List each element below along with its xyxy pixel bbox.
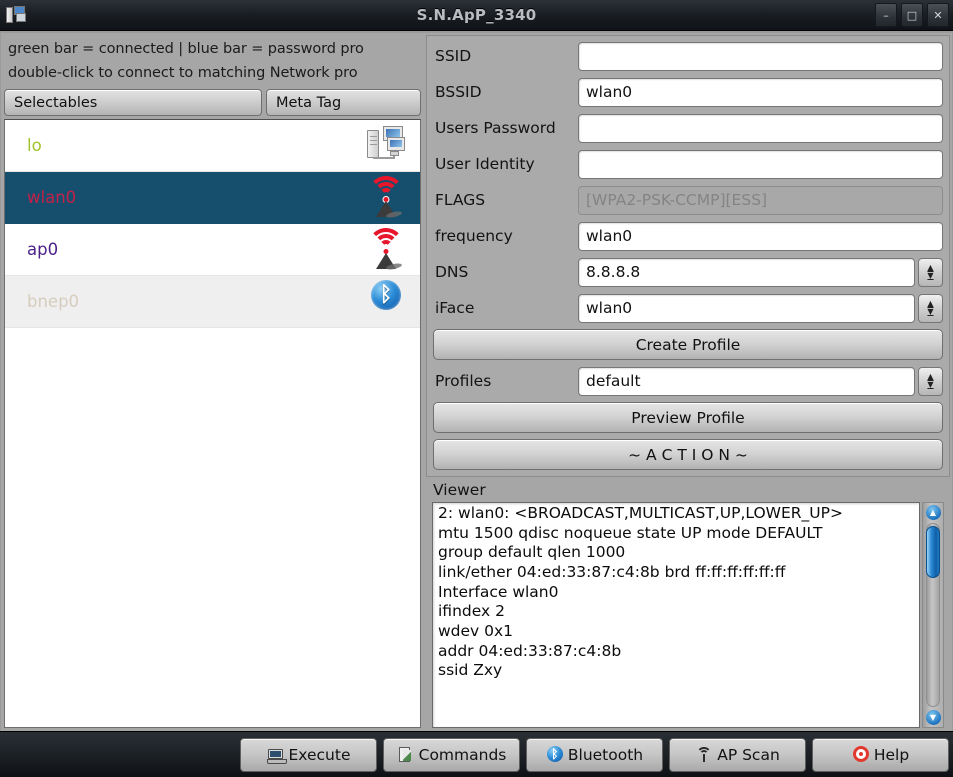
create-profile-button[interactable]: Create Profile [433,329,943,360]
list-item[interactable]: bnep0 ᛒ [5,276,420,329]
antenna-icon [695,746,712,763]
viewer-output[interactable]: 2: wlan0: <BROADCAST,MULTICAST,UP,LOWER_… [432,502,920,728]
wifi-antenna-icon [366,175,406,220]
field-label: frequency [435,227,513,245]
list-item[interactable]: wlan0 [5,172,420,225]
scroll-up-icon[interactable]: ▲ [925,505,941,520]
field-row-bssid: BSSID wlan0 [433,77,943,107]
app-icon [5,4,27,26]
settings-form: SSID BSSID wlan0 Users Password User Ide… [426,35,950,477]
interface-name: bnep0 [27,292,80,312]
interface-name: lo [27,136,42,156]
viewer-label: Viewer [433,481,486,499]
field-label: Profiles [435,372,492,390]
interfaces-panel: green bar = connected | blue bar = passw… [1,33,424,731]
profiles-input[interactable]: default [578,366,915,396]
interface-list[interactable]: lo wlan0 ap0 bnep0 ᛒ [4,119,421,728]
user-identity-input[interactable] [578,149,943,179]
tab-selectables[interactable]: Selectables [4,89,262,117]
bssid-input[interactable]: wlan0 [578,77,943,107]
config-panel: SSID BSSID wlan0 Users Password User Ide… [424,33,952,731]
button-label: Execute [288,745,351,764]
bottom-toolbar: Execute Commands ᛒ Bluetooth AP Scan Hel… [0,731,953,777]
field-row-frequency: frequency wlan0 [433,221,943,251]
wifi-antenna-icon [366,227,406,272]
list-item[interactable]: ap0 [5,224,420,277]
execute-button[interactable]: Execute [240,737,377,772]
ssid-input[interactable] [578,41,943,71]
list-item[interactable]: lo [5,120,420,173]
users-password-input[interactable] [578,113,943,143]
lifebuoy-icon [852,746,869,763]
button-label: Bluetooth [567,745,644,764]
field-label: SSID [435,47,472,65]
frequency-input[interactable]: wlan0 [578,221,943,251]
dns-stepper[interactable]: ▲ ▼ [918,257,943,287]
maximize-button[interactable]: □ [901,3,923,27]
window-title: S.N.ApP_3340 [416,6,537,24]
iface-stepper[interactable]: ▲ ▼ [918,293,943,323]
action-button[interactable]: ~ A C T I O N ~ [433,439,943,470]
field-row-profiles: Profiles default ▲ ▼ [433,366,943,396]
field-label: User Identity [435,155,535,173]
scroll-down-icon[interactable]: ▼ [925,710,941,725]
field-row-ssid: SSID [433,41,943,71]
profiles-stepper[interactable]: ▲ ▼ [918,366,943,396]
field-row-flags: FLAGS [WPA2-PSK-CCMP][ESS] [433,185,943,215]
minimize-button[interactable]: – [875,3,897,27]
preview-profile-button[interactable]: Preview Profile [433,402,943,433]
window-controls: – □ ✕ [875,3,949,27]
ap-scan-button[interactable]: AP Scan [669,737,806,772]
field-label: iFace [435,299,475,317]
scrollbar-track[interactable] [926,523,940,707]
interface-name: wlan0 [27,188,77,208]
main-body: green bar = connected | blue bar = passw… [0,31,953,731]
dns-input[interactable]: 8.8.8.8 [578,257,915,287]
close-button[interactable]: ✕ [927,3,949,27]
button-label: AP Scan [717,745,780,764]
tab-meta-tag[interactable]: Meta Tag [266,89,421,117]
bluetooth-icon: ᛒ [546,746,563,763]
button-label: Commands [418,745,507,764]
flags-input: [WPA2-PSK-CCMP][ESS] [578,185,943,215]
tab-strip: Selectables Meta Tag [4,87,421,119]
viewer-section: Viewer 2: wlan0: <BROADCAST,MULTICAST,UP… [426,477,950,728]
app-window: S.N.ApP_3340 – □ ✕ green bar = connected… [0,0,953,777]
notepad-icon [397,746,414,763]
help-button[interactable]: Help [812,737,949,772]
hint-line-2: double-click to connect to matching Netw… [8,65,358,82]
hint-line-1: green bar = connected | blue bar = passw… [8,41,364,57]
interface-name: ap0 [27,240,59,260]
laptop-icon [266,746,287,764]
scrollbar-thumb[interactable] [926,526,940,578]
field-row-users-password: Users Password [433,113,943,143]
button-label: Help [873,745,910,764]
network-computers-icon [366,124,406,168]
bluetooth-button[interactable]: ᛒ Bluetooth [526,737,663,772]
field-label: Users Password [435,119,556,137]
field-label: DNS [435,263,469,281]
commands-button[interactable]: Commands [383,737,520,772]
viewer-scrollbar[interactable]: ▲ ▼ [922,502,944,728]
field-row-dns: DNS 8.8.8.8 ▲ ▼ [433,257,943,287]
field-label: FLAGS [435,191,486,209]
iface-input[interactable]: wlan0 [578,293,915,323]
field-row-iface: iFace wlan0 ▲ ▼ [433,293,943,323]
title-bar: S.N.ApP_3340 – □ ✕ [0,0,953,31]
field-label: BSSID [435,83,482,101]
field-row-user-identity: User Identity [433,149,943,179]
bluetooth-icon: ᛒ [366,279,406,324]
